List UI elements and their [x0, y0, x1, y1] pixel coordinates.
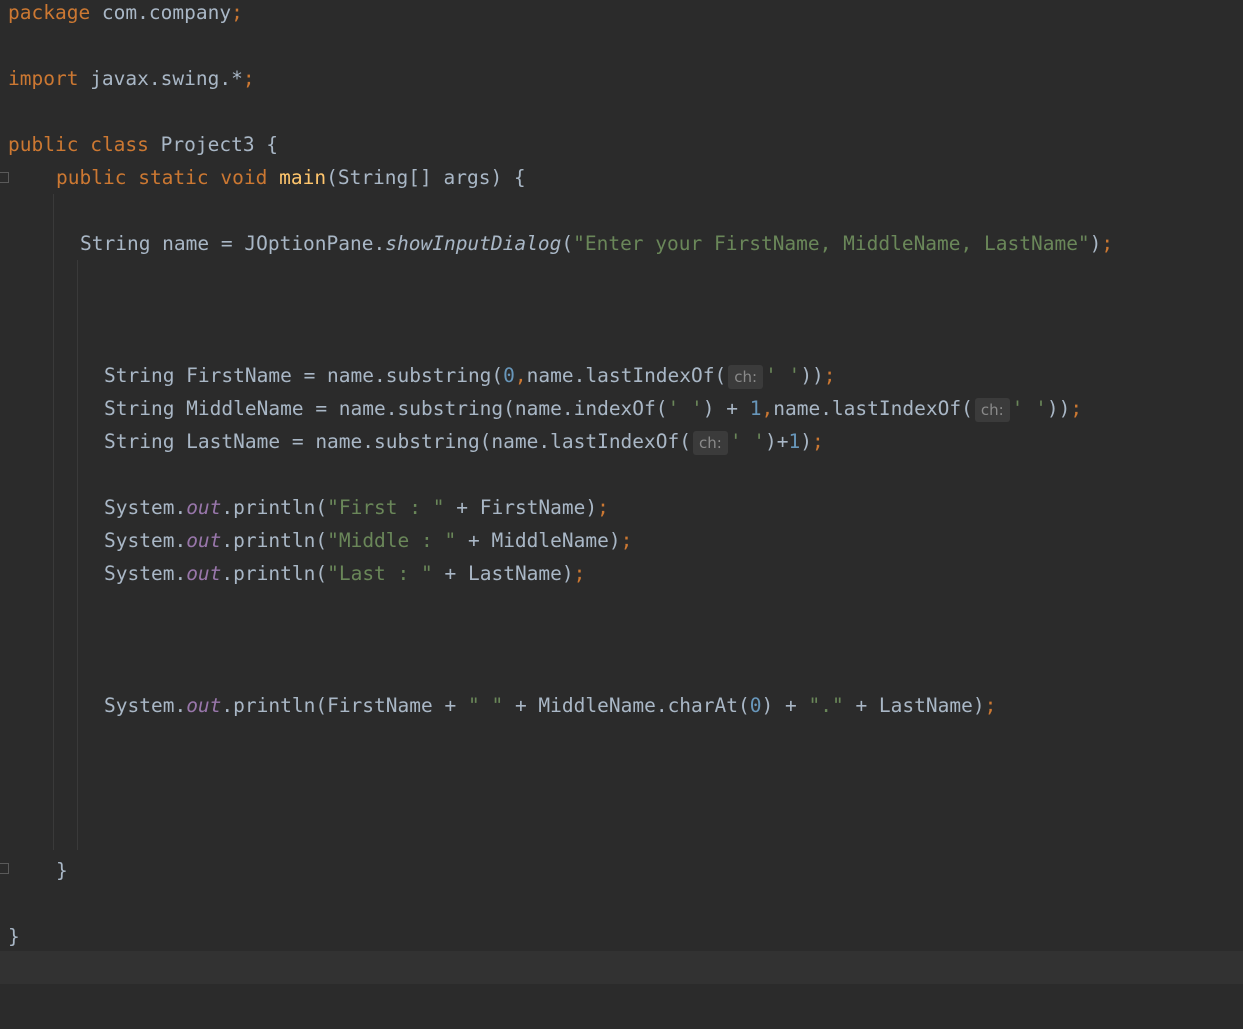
code-token: }: [56, 859, 68, 882]
code-token: ;: [620, 529, 633, 552]
indent-guide-body: [77, 260, 78, 850]
code-token: + LastName): [432, 562, 574, 585]
code-line[interactable]: System.out.println("First : " + FirstNam…: [104, 491, 609, 524]
code-line[interactable]: public class Project3 {: [8, 128, 278, 161]
code-token: String MiddleName = name.substring(name.…: [104, 397, 668, 420]
code-token: (: [561, 232, 574, 255]
code-line[interactable]: public static void main(String[] args) {: [56, 161, 526, 194]
code-line[interactable]: String FirstName = name.substring(0,name…: [104, 359, 836, 392]
code-line[interactable]: System.out.println(FirstName + " " + Mid…: [104, 689, 996, 722]
code-token: 1: [788, 430, 801, 453]
code-token: "Middle : ": [327, 529, 457, 552]
code-line[interactable]: String LastName = name.substring(name.la…: [104, 425, 824, 458]
code-token: + MiddleName): [456, 529, 621, 552]
code-token: out: [186, 496, 222, 519]
code-token: out: [186, 529, 222, 552]
code-token: System.: [104, 496, 187, 519]
code-token: ;: [242, 67, 255, 90]
code-token: 1: [749, 397, 762, 420]
code-line[interactable]: }: [8, 920, 20, 953]
code-token: "Last : ": [327, 562, 433, 585]
code-token: (String[] args) {: [326, 166, 526, 189]
code-token: }: [8, 925, 20, 948]
code-token: ' ': [1011, 397, 1047, 420]
code-token: class: [90, 133, 149, 156]
code-token: 0: [749, 694, 762, 717]
code-token: void: [220, 166, 268, 189]
code-token: ;: [231, 1, 243, 24]
code-line[interactable]: }: [56, 854, 68, 887]
code-token: ;: [573, 562, 586, 585]
code-token: ) +: [761, 694, 809, 717]
code-token: name.lastIndexOf(: [773, 397, 973, 420]
code-token: + MiddleName.charAt(: [503, 694, 750, 717]
code-token: .println(: [221, 496, 328, 519]
code-token: ;: [812, 430, 824, 453]
code-token: ,: [761, 397, 774, 420]
code-token: ;: [1070, 397, 1083, 420]
code-token: showInputDialog: [385, 232, 562, 255]
code-token: ' ': [765, 364, 801, 387]
code-token: ' ': [667, 397, 703, 420]
code-token: name.lastIndexOf(: [526, 364, 727, 387]
code-token: javax.swing.*: [78, 67, 243, 90]
code-token: "First : ": [327, 496, 445, 519]
code-token: + FirstName): [444, 496, 598, 519]
code-line[interactable]: package com.company;: [8, 0, 243, 29]
code-token: .println(: [221, 562, 328, 585]
code-token: ' ': [729, 430, 766, 453]
code-token: ): [1089, 232, 1102, 255]
code-token: )): [800, 364, 824, 387]
current-line-highlight: [0, 951, 1243, 984]
code-token: String name = JOptionPane.: [80, 232, 386, 255]
parameter-hint: ch:: [693, 430, 728, 455]
code-token: public: [56, 166, 127, 189]
code-token: ): [800, 430, 813, 453]
code-token: System.: [104, 562, 187, 585]
code-line[interactable]: String MiddleName = name.substring(name.…: [104, 392, 1082, 425]
code-token: "Enter your FirstName, MiddleName, LastN…: [573, 232, 1090, 255]
code-line[interactable]: String name = JOptionPane.showInputDialo…: [80, 227, 1113, 260]
code-token: ;: [1101, 232, 1114, 255]
code-token: import: [8, 67, 79, 90]
code-token: String FirstName = name.substring(: [104, 364, 504, 387]
code-token: ,: [514, 364, 527, 387]
code-token: )): [1046, 397, 1071, 420]
code-line[interactable]: System.out.println("Middle : " + MiddleN…: [104, 524, 632, 557]
code-line[interactable]: import javax.swing.*;: [8, 62, 255, 95]
code-token: .println(: [221, 529, 328, 552]
code-token: out: [186, 562, 222, 585]
code-token: public: [8, 133, 79, 156]
code-token: ;: [984, 694, 997, 717]
code-token: System.: [104, 529, 187, 552]
code-token: static: [138, 166, 209, 189]
code-token: System.: [104, 694, 187, 717]
code-line[interactable]: System.out.println("Last : " + LastName)…: [104, 557, 585, 590]
fold-end-icon[interactable]: [0, 863, 9, 874]
code-token: " ": [467, 694, 504, 717]
parameter-hint: ch:: [974, 397, 1010, 422]
fold-start-icon[interactable]: [0, 172, 9, 183]
code-token: 0: [503, 364, 515, 387]
code-token: ;: [823, 364, 836, 387]
code-token: main: [279, 166, 327, 189]
code-token: )+: [765, 430, 789, 453]
code-editor[interactable]: package com.company; import javax.swing.*…: [0, 0, 1243, 1029]
code-token: Project3 {: [148, 133, 279, 156]
code-token: + LastName): [843, 694, 985, 717]
code-token: com.company: [90, 1, 232, 24]
code-token: ;: [597, 496, 609, 519]
indent-guide-method: [53, 194, 54, 850]
code-token: String LastName = name.substring(name.la…: [104, 430, 691, 453]
code-token: ".": [808, 694, 844, 717]
code-token: out: [186, 694, 222, 717]
parameter-hint: ch:: [728, 364, 764, 389]
code-token: package: [8, 1, 91, 24]
code-token: .println(FirstName +: [221, 694, 468, 717]
code-token: ) +: [702, 397, 750, 420]
